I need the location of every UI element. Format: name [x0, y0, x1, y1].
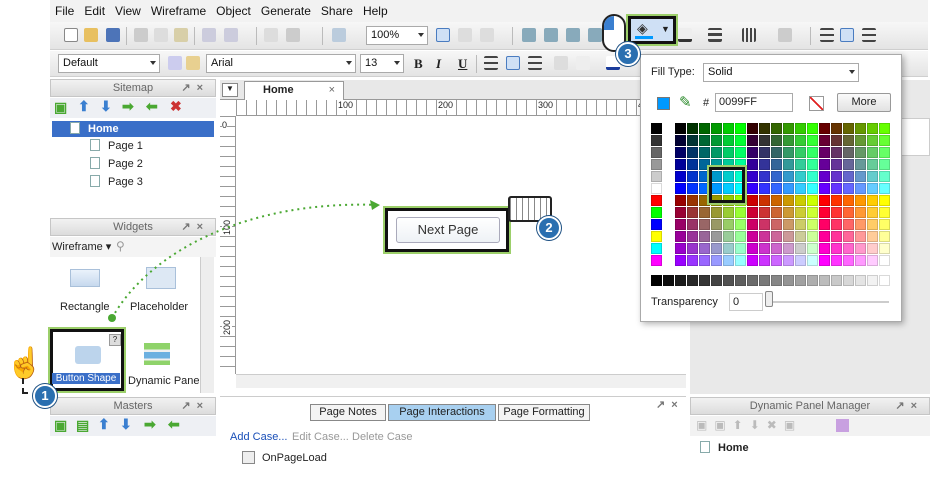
- drag-path-arrow: [108, 200, 380, 322]
